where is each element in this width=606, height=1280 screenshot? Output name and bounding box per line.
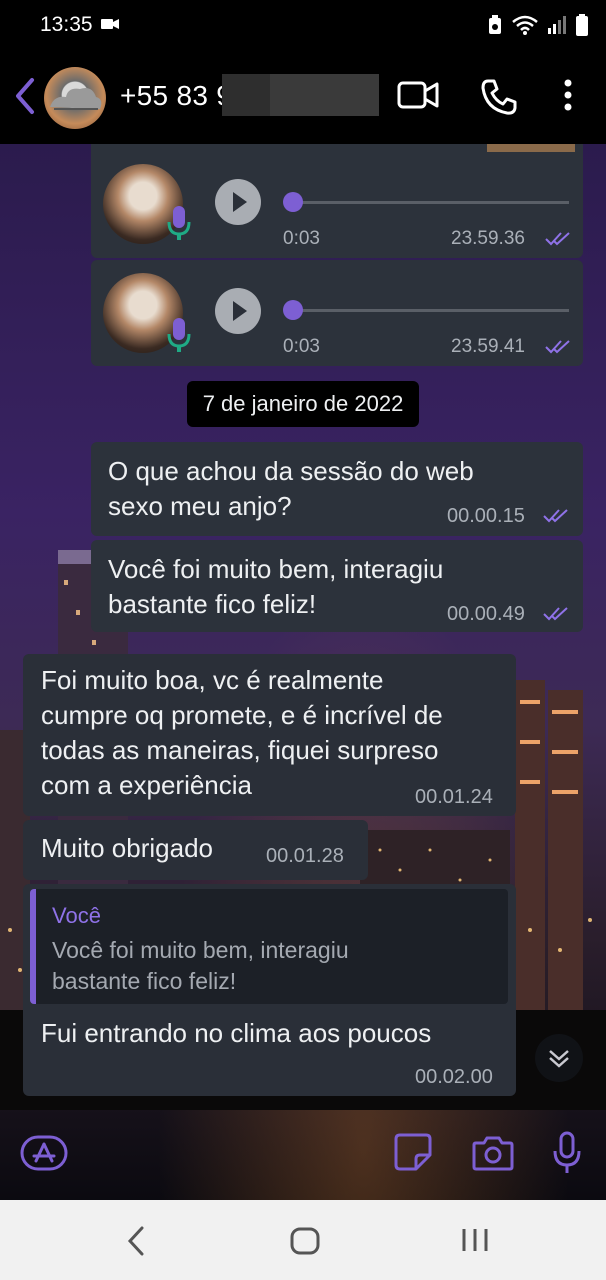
nav-back-icon <box>127 1226 144 1256</box>
scroll-down-icon <box>549 1050 569 1068</box>
camera-button[interactable] <box>472 1135 514 1176</box>
nav-recents-button[interactable] <box>460 1227 490 1258</box>
alarm-icon <box>489 15 501 34</box>
scroll-down-button[interactable] <box>535 1034 583 1082</box>
message-time: 23.59.36 <box>451 228 525 249</box>
message-text: Fui entrando no clima aos poucos <box>41 1018 432 1048</box>
signal-icon <box>548 16 566 34</box>
mic-icon <box>167 206 191 240</box>
message-text: O que achou da sessão do web sexo meu an… <box>108 456 474 521</box>
battery-icon <box>576 14 588 36</box>
message-text: Você foi muito bem, interagiu bastante f… <box>108 554 444 619</box>
sticker-icon <box>394 1133 432 1171</box>
video-call-icon <box>397 81 439 109</box>
voice-call-button[interactable] <box>480 78 518 121</box>
mic-icon <box>167 318 191 352</box>
nav-recents-icon <box>462 1229 488 1251</box>
system-navigation-bar <box>0 1200 606 1280</box>
audio-progress-track[interactable] <box>291 309 569 312</box>
image-preview-strip <box>487 144 575 152</box>
message-time: 00.01.28 <box>266 845 344 867</box>
message-bubble-incoming[interactable]: Muito obrigado 00.01.28 <box>23 820 368 880</box>
message-text: Muito obrigado <box>41 833 213 863</box>
voice-record-button[interactable] <box>553 1131 581 1180</box>
contact-avatar[interactable] <box>44 67 106 129</box>
status-time: 13:35 <box>40 13 93 36</box>
message-bubble-outgoing[interactable]: O que achou da sessão do web sexo meu an… <box>91 442 583 536</box>
audio-progress-track[interactable] <box>291 201 569 204</box>
message-text: Foi muito boa, vc é realmente cumpre oq … <box>41 665 443 800</box>
microphone-icon <box>553 1131 581 1173</box>
play-button[interactable] <box>215 288 261 334</box>
contact-name[interactable]: +55 83 9 <box>120 80 232 112</box>
apps-button[interactable] <box>20 1135 68 1176</box>
message-time: 00.00.49 <box>447 603 525 625</box>
sticker-button[interactable] <box>394 1133 432 1176</box>
voice-message[interactable]: 0:03 23.59.41 <box>91 260 583 366</box>
camera-icon <box>472 1136 514 1171</box>
wifi-icon <box>512 15 538 35</box>
message-bubble-outgoing[interactable]: Você foi muito bem, interagiu bastante f… <box>91 540 583 632</box>
voice-message[interactable]: 0:03 23.59.36 <box>91 144 583 258</box>
nav-back-button[interactable] <box>124 1226 148 1261</box>
status-bar: 13:35 <box>0 0 606 50</box>
quoted-author: Você <box>52 903 101 928</box>
chat-header: +55 83 9 <box>0 50 606 144</box>
more-options-button[interactable] <box>560 78 576 117</box>
apps-icon <box>20 1135 68 1171</box>
compose-bar <box>0 1106 606 1200</box>
read-ticks-icon <box>543 607 568 621</box>
nav-home-button[interactable] <box>290 1227 320 1260</box>
voice-duration: 0:03 <box>283 228 320 249</box>
message-time: 00.01.24 <box>415 786 493 808</box>
date-separator: 7 de janeiro de 2022 <box>187 381 419 427</box>
video-call-button[interactable] <box>397 78 439 117</box>
chat-area[interactable]: 0:03 23.59.36 0:03 23.59.41 7 de janeiro… <box>0 144 606 1200</box>
nav-home-icon <box>290 1227 320 1255</box>
back-icon <box>16 78 34 114</box>
more-vert-icon <box>564 79 572 111</box>
message-time: 00.02.00 <box>415 1066 493 1088</box>
video-recording-icon <box>100 17 119 34</box>
back-button[interactable] <box>12 76 38 116</box>
audio-progress-knob[interactable] <box>283 192 303 212</box>
message-bubble-incoming[interactable]: Foi muito boa, vc é realmente cumpre oq … <box>23 654 516 816</box>
message-time: 23.59.41 <box>451 336 525 357</box>
read-ticks-icon <box>545 340 570 354</box>
read-ticks-icon <box>543 509 568 523</box>
read-ticks-icon <box>545 232 570 246</box>
redaction-block <box>222 74 379 116</box>
quoted-reply[interactable]: Você Você foi muito bem, interagiu basta… <box>30 889 508 1004</box>
play-button[interactable] <box>215 179 261 225</box>
message-time: 00.00.15 <box>447 505 525 527</box>
voice-duration: 0:03 <box>283 336 320 357</box>
phone-icon <box>481 79 517 115</box>
quoted-text: Você foi muito bem, interagiu bastante f… <box>52 937 349 994</box>
audio-progress-knob[interactable] <box>283 300 303 320</box>
